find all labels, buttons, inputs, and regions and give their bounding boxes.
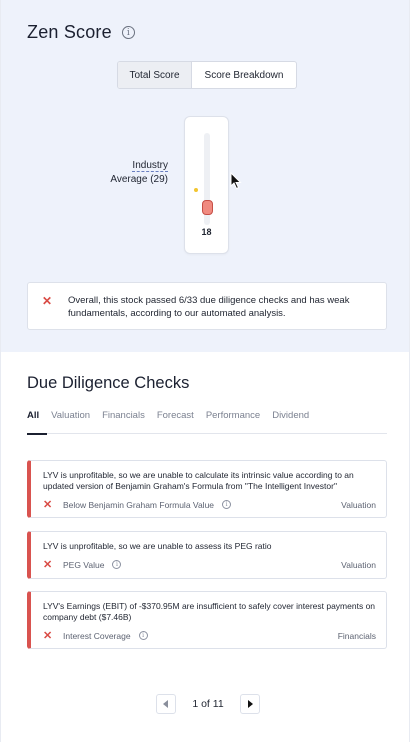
check-text: LYV is unprofitable, so we are unable to… bbox=[43, 470, 354, 491]
check-text: LYV is unprofitable, so we are unable to… bbox=[43, 541, 272, 551]
check-text: LYV's Earnings (EBIT) of -$370.95M are i… bbox=[43, 601, 376, 622]
page-indicator: 1 of 11 bbox=[192, 698, 224, 710]
check-card[interactable]: LYV's Earnings (EBIT) of -$370.95M are i… bbox=[27, 591, 387, 649]
tab-forecast[interactable]: Forecast bbox=[157, 410, 202, 434]
check-category: Valuation bbox=[341, 559, 376, 570]
tab-performance[interactable]: Performance bbox=[206, 410, 268, 434]
page-title: Zen Score bbox=[27, 22, 112, 42]
score-marker bbox=[202, 200, 213, 215]
industry-label-line-1: Industry bbox=[132, 160, 168, 172]
x-mark-icon: ✕ bbox=[43, 630, 53, 642]
section-title: Due Diligence Checks bbox=[27, 374, 190, 392]
summary-card: ✕ Overall, this stock passed 6/33 due di… bbox=[27, 282, 387, 330]
check-label: Interest Coverage bbox=[63, 630, 131, 641]
x-mark-icon: ✕ bbox=[42, 294, 53, 308]
page: Zen Score i Total Score Score Breakdown … bbox=[0, 0, 410, 742]
info-icon[interactable]: i bbox=[222, 500, 232, 509]
info-icon[interactable]: i bbox=[112, 560, 122, 569]
previous-page-button[interactable] bbox=[156, 694, 176, 714]
check-meta: ✕ Interest Coverage i Financials bbox=[43, 629, 376, 642]
check-label: Below Benjamin Graham Formula Value bbox=[63, 499, 215, 510]
check-card[interactable]: LYV is unprofitable, so we are unable to… bbox=[27, 531, 387, 579]
chevron-right-icon bbox=[248, 700, 253, 708]
tab-valuation[interactable]: Valuation bbox=[51, 410, 98, 434]
x-mark-icon: ✕ bbox=[43, 559, 53, 571]
chevron-left-icon bbox=[163, 700, 168, 708]
total-score-button[interactable]: Total Score bbox=[118, 62, 192, 88]
check-meta: ✕ Below Benjamin Graham Formula Value i … bbox=[43, 498, 376, 511]
score-value: 18 bbox=[201, 227, 212, 237]
summary-text: Overall, this stock passed 6/33 due dili… bbox=[68, 295, 350, 319]
check-card[interactable]: LYV is unprofitable, so we are unable to… bbox=[27, 460, 387, 518]
pagination: 1 of 11 bbox=[156, 693, 260, 715]
next-page-button[interactable] bbox=[240, 694, 260, 714]
check-meta: ✕ PEG Value i Valuation bbox=[43, 558, 376, 571]
mouse-cursor-icon bbox=[230, 172, 242, 190]
tab-all[interactable]: All bbox=[27, 410, 48, 435]
industry-label-line-2: Average (29) bbox=[110, 174, 168, 185]
zen-score-section: Zen Score i Total Score Score Breakdown … bbox=[1, 0, 409, 352]
category-tabs: All Valuation Financials Forecast Perfor… bbox=[27, 410, 387, 435]
info-icon[interactable]: i bbox=[138, 631, 148, 640]
check-category: Financials bbox=[337, 630, 376, 641]
tab-financials[interactable]: Financials bbox=[102, 410, 153, 434]
info-icon[interactable]: i bbox=[121, 26, 135, 39]
industry-average-label: Industry Average (29) bbox=[101, 159, 168, 187]
zen-score-header: Zen Score i bbox=[27, 22, 385, 43]
industry-average-marker bbox=[194, 188, 198, 192]
score-breakdown-button[interactable]: Score Breakdown bbox=[192, 62, 296, 88]
tab-dividend[interactable]: Dividend bbox=[272, 410, 317, 434]
check-label: PEG Value bbox=[63, 559, 105, 570]
check-category: Valuation bbox=[341, 499, 376, 510]
x-mark-icon: ✕ bbox=[43, 499, 53, 511]
score-gauge: 18 bbox=[184, 116, 229, 254]
score-view-toggle: Total Score Score Breakdown bbox=[117, 61, 297, 89]
